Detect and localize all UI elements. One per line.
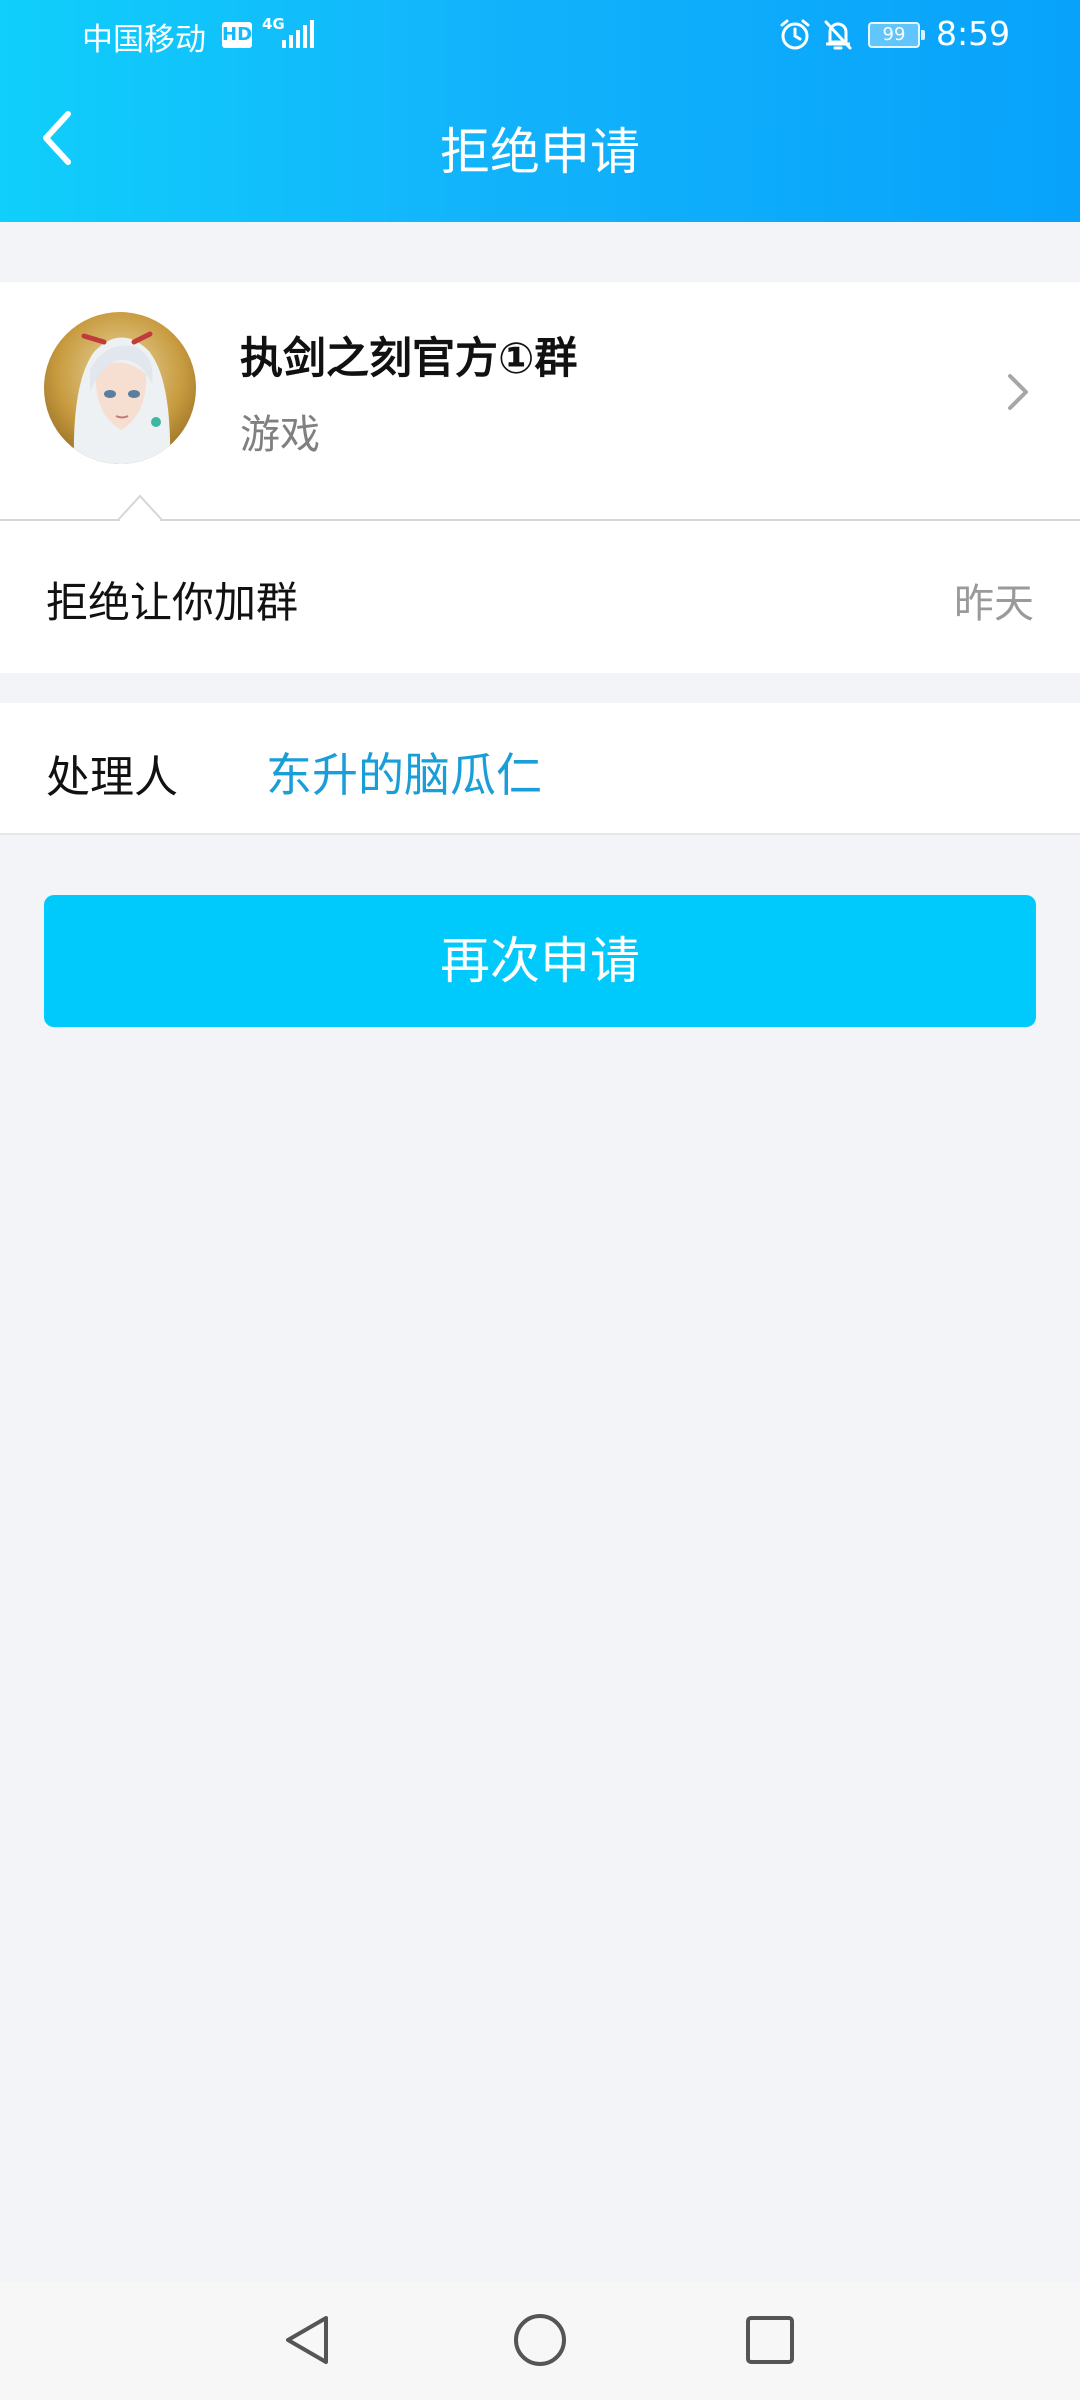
- group-info-card[interactable]: 执剑之刻官方①群 游戏: [0, 282, 1080, 520]
- battery-indicator: 99: [868, 22, 920, 48]
- triangle-back-icon[interactable]: [280, 2312, 336, 2368]
- page-title: 拒绝申请: [440, 123, 640, 181]
- handler-label: 处理人: [46, 752, 178, 803]
- circle-home-icon[interactable]: [512, 2312, 568, 2368]
- group-name: 执剑之刻官方①群: [240, 334, 578, 384]
- reapply-button[interactable]: 再次申请: [44, 895, 1036, 1027]
- avatar-illustration-icon: [44, 312, 196, 464]
- rejection-row: 拒绝让你加群 昨天: [0, 521, 1080, 673]
- chevron-right-icon: [1008, 374, 1028, 410]
- alarm-icon: [780, 19, 810, 50]
- hd-badge: HD: [222, 22, 252, 48]
- rejection-message: 拒绝让你加群: [46, 578, 299, 627]
- handler-row: 处理人 东升的脑瓜仁: [0, 703, 1080, 835]
- signal-icon: [282, 20, 314, 48]
- muted-bell-icon: [824, 20, 852, 50]
- system-nav-bar: [0, 2282, 1080, 2400]
- rejection-time: 昨天: [954, 581, 1034, 627]
- group-category: 游戏: [240, 412, 320, 458]
- handler-name-link[interactable]: 东升的脑瓜仁: [266, 739, 542, 805]
- pointer-notch-icon: [118, 494, 162, 522]
- group-avatar: [44, 312, 196, 464]
- carrier-name: 中国移动: [82, 22, 206, 58]
- status-time: 8:59: [936, 14, 1011, 53]
- status-bar: 中国移动 HD 4G 99 8:59: [0, 0, 1080, 72]
- app-header: 中国移动 HD 4G 99 8:59 拒绝申请: [0, 0, 1080, 222]
- square-recent-icon[interactable]: [742, 2312, 798, 2368]
- battery-tip: [921, 30, 925, 40]
